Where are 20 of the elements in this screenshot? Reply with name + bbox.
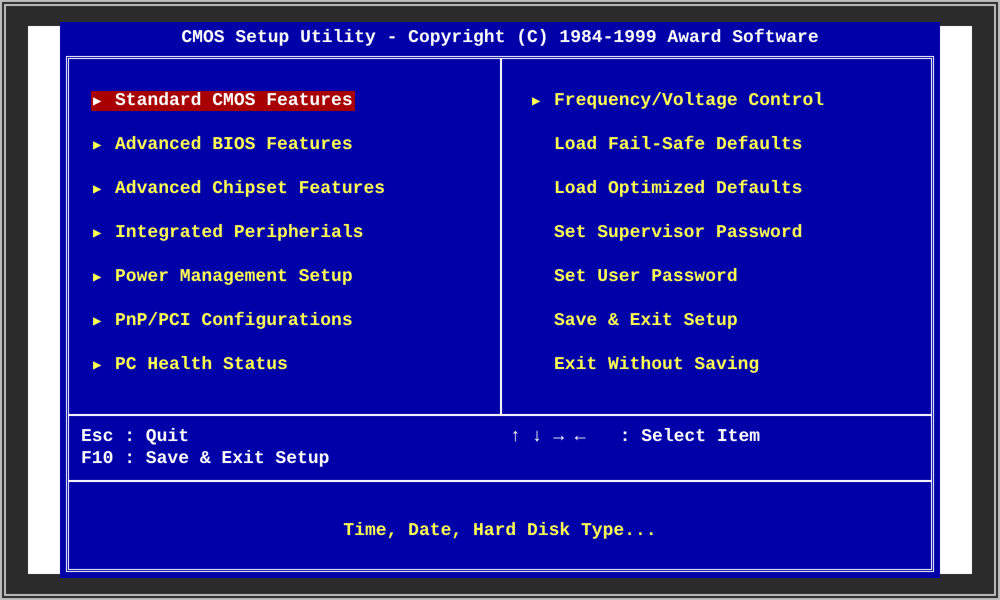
menu-item[interactable]: ▶ Advanced Chipset Features <box>91 179 388 199</box>
menu-item[interactable]: Load Optimized Defaults <box>530 179 804 199</box>
key-hint: : Select Item <box>620 426 760 448</box>
menu-item[interactable]: ▶ PnP/PCI Configurations <box>91 311 355 331</box>
arrow-keys: ↑ ↓ → ← <box>510 426 586 448</box>
menu-item[interactable]: Exit Without Saving <box>530 355 762 375</box>
menu-item[interactable]: Set Supervisor Password <box>530 223 804 243</box>
item-description: Time, Date, Hard Disk Type... <box>343 520 657 540</box>
menu-item[interactable]: Save & Exit Setup <box>530 311 740 331</box>
menu-item[interactable]: Set User Password <box>530 267 740 287</box>
menu-item[interactable]: ▶ Standard CMOS Features <box>91 91 355 111</box>
window-title: CMOS Setup Utility - Copyright (C) 1984-1999 Award Software <box>180 27 820 50</box>
menu-item[interactable]: ▶ Power Management Setup <box>91 267 355 287</box>
key-hint: Esc : Quit <box>81 426 190 448</box>
menu-item[interactable]: ▶ PC Health Status <box>91 355 290 375</box>
menu-item[interactable]: ▶ Frequency/Voltage Control <box>530 91 826 111</box>
menu-item[interactable]: ▶ Integrated Peripherials <box>91 223 366 243</box>
menu-item[interactable]: ▶ Advanced BIOS Features <box>91 135 355 155</box>
key-hint: F10 : Save & Exit Setup <box>81 448 330 470</box>
menu-item[interactable]: Load Fail-Safe Defaults <box>530 135 804 155</box>
